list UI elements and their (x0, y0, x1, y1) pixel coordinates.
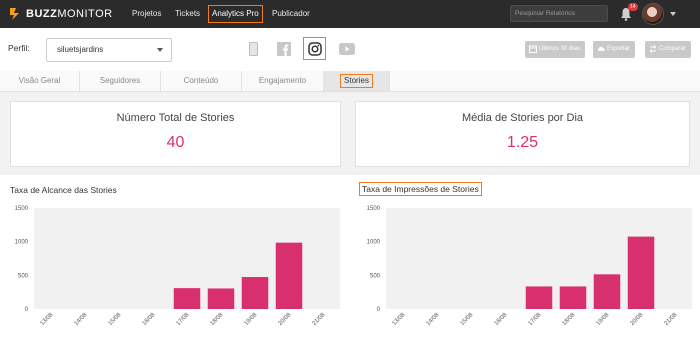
analytics-tabs: Visão Geral Seguidores Conteúdo Engajame… (0, 71, 700, 92)
x-tick-label: 13/08 (40, 312, 55, 327)
chevron-down-icon[interactable] (670, 12, 676, 16)
youtube-icon (339, 43, 355, 55)
profile-select[interactable]: siluetsjardins (46, 38, 172, 62)
cloud-download-icon (597, 46, 605, 51)
avg-stories-value: 1.25 (506, 134, 539, 151)
bar-17-08[interactable] (173, 288, 201, 309)
x-tick-label: 19/08 (244, 312, 259, 327)
bar-19-08[interactable] (593, 274, 621, 309)
x-tick-label: 16/08 (142, 312, 157, 327)
nav-tickets[interactable]: Tickets (175, 0, 200, 28)
mobile-icon (248, 42, 258, 56)
x-tick-label: 17/08 (528, 312, 543, 327)
brand-name: BUZZMONITOR (26, 8, 113, 20)
compare-button[interactable]: Comparar (645, 41, 691, 58)
tab-visao-geral[interactable]: Visão Geral (0, 71, 80, 91)
notification-badge: 14 (628, 3, 638, 11)
y-tick-label: 500 (18, 273, 29, 279)
nav-projetos[interactable]: Projetos (132, 0, 161, 28)
buzzmonitor-logo-icon (10, 8, 19, 20)
x-tick-label: 15/08 (460, 312, 475, 327)
y-tick-label: 0 (25, 307, 29, 313)
compare-icon (649, 45, 657, 53)
y-tick-label: 1500 (367, 206, 381, 212)
bar-18-08[interactable] (559, 286, 587, 309)
x-tick-label: 15/08 (108, 312, 123, 327)
tab-stories-label: Stories (340, 74, 373, 88)
avg-stories-title: Média de Stories por Dia (461, 112, 584, 124)
instagram-icon (307, 41, 322, 56)
bar-20-08[interactable] (275, 242, 303, 309)
y-tick-label: 0 (377, 307, 381, 313)
bar-19-08[interactable] (241, 277, 269, 309)
period-filter-button[interactable]: Últimos 30 dias (525, 41, 586, 58)
reach-bar-chart: 0 500 1000 1500 13/08 14/08 15/08 16/08 17/08 18/… (15, 206, 340, 327)
tab-seguidores[interactable]: Seguidores (80, 71, 161, 91)
y-tick-label: 1000 (15, 240, 29, 246)
bar-18-08[interactable] (207, 288, 235, 309)
profile-selected-value: siluetsjardins (57, 45, 104, 54)
youtube-network-tab[interactable] (338, 40, 356, 58)
x-tick-label: 18/08 (562, 312, 577, 327)
avg-stories-card: Média de Stories por Dia 1.25 (355, 101, 690, 167)
x-tick-label: 21/08 (312, 312, 327, 327)
tab-conteudo[interactable]: Conteúdo (161, 71, 242, 91)
y-tick-label: 1000 (367, 240, 381, 246)
total-stories-value: 40 (166, 134, 185, 151)
total-stories-card: Número Total de Stories 40 (10, 101, 341, 167)
x-tick-label: 14/08 (74, 312, 89, 327)
x-tick-label: 19/08 (596, 312, 611, 327)
bar-20-08[interactable] (627, 236, 655, 309)
facebook-network-tab[interactable] (276, 40, 292, 58)
chevron-down-icon (157, 48, 163, 52)
x-tick-label: 14/08 (426, 312, 441, 327)
nav-analytics-pro[interactable]: Analytics Pro (208, 5, 263, 23)
reach-chart-title: Taxa de Alcance das Stories (10, 185, 117, 195)
tab-stories[interactable]: Stories (324, 71, 390, 91)
total-stories-title: Número Total de Stories (116, 112, 235, 124)
x-tick-label: 18/08 (210, 312, 225, 327)
profile-label: Perfil: (8, 43, 30, 53)
nav-publicador[interactable]: Publicador (272, 0, 310, 28)
buzzmonitor-logo[interactable]: BUZZMONITOR (8, 6, 113, 22)
calendar-icon (529, 45, 537, 53)
instagram-network-tab[interactable] (303, 37, 326, 60)
y-tick-label: 1500 (15, 206, 29, 212)
x-tick-label: 13/08 (392, 312, 407, 327)
x-tick-label: 21/08 (664, 312, 679, 327)
user-avatar[interactable] (642, 3, 664, 25)
tab-engajamento[interactable]: Engajamento (242, 71, 324, 91)
impressions-bar-chart: 0 500 1000 1500 13/08 14/08 15/08 16/08 17/08 18/… (367, 206, 692, 327)
x-tick-label: 20/08 (630, 312, 645, 327)
x-tick-label: 20/08 (278, 312, 293, 327)
x-tick-label: 17/08 (176, 312, 191, 327)
x-tick-label: 16/08 (494, 312, 509, 327)
top-navigation-bar: BUZZMONITOR Projetos Tickets Analytics P… (0, 0, 700, 28)
search-reports-input[interactable]: Pesquisar Relatórios (510, 5, 608, 22)
export-button[interactable]: Exportar (593, 41, 635, 58)
bar-17-08[interactable] (525, 286, 553, 309)
impressions-chart-title: Taxa de Impressões de Stories (359, 182, 482, 196)
y-tick-label: 500 (370, 273, 381, 279)
mobile-network-tab[interactable] (246, 40, 260, 58)
facebook-icon (277, 42, 291, 56)
